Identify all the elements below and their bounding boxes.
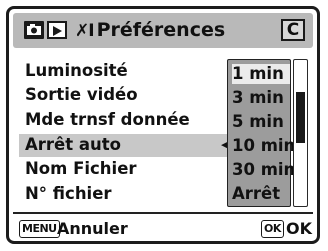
scrollbar[interactable] bbox=[293, 59, 308, 207]
dropdown-option[interactable]: 1 min bbox=[232, 64, 290, 84]
value-dropdown[interactable]: 1 min 3 min 5 min 10 min 30 min Arrêt bbox=[227, 59, 295, 207]
menu-item-arret-auto[interactable]: Arrêt auto bbox=[25, 135, 121, 155]
menu-item-mde-trnsf[interactable]: Mde trnsf donnée bbox=[25, 110, 190, 130]
dropdown-option[interactable]: 5 min bbox=[232, 112, 290, 132]
ok-button[interactable]: OK bbox=[286, 218, 312, 240]
ok-key-icon: OK bbox=[261, 220, 284, 238]
menu-screen: ✗I Préférences C Luminosité Sortie vidéo … bbox=[6, 6, 320, 244]
camera-icon[interactable] bbox=[24, 21, 44, 39]
menu-item-n-fichier[interactable]: N° fichier bbox=[25, 184, 112, 204]
menu-header: ✗I Préférences C bbox=[13, 13, 313, 48]
menu-item-luminosite[interactable]: Luminosité bbox=[25, 61, 128, 81]
scrollbar-thumb[interactable] bbox=[296, 92, 305, 144]
dropdown-option[interactable]: 3 min bbox=[232, 88, 290, 108]
menu-key-icon: MENU bbox=[19, 220, 60, 238]
menu-item-nom-fichier[interactable]: Nom Fichier bbox=[25, 159, 137, 179]
custom-tab[interactable]: C bbox=[281, 19, 305, 41]
footer-divider bbox=[13, 212, 313, 214]
cancel-button[interactable]: Annuler bbox=[57, 218, 128, 240]
dropdown-option[interactable]: 10 min bbox=[232, 136, 295, 156]
tab-preferences[interactable]: ✗I Préférences bbox=[75, 17, 225, 44]
playback-icon[interactable] bbox=[47, 21, 67, 39]
menu-item-sortie-video[interactable]: Sortie vidéo bbox=[25, 85, 138, 105]
page-title: Préférences bbox=[96, 19, 226, 41]
dropdown-option[interactable]: Arrêt bbox=[232, 184, 290, 204]
wrench-icon: ✗I bbox=[75, 21, 95, 41]
dropdown-option[interactable]: 30 min bbox=[232, 160, 295, 180]
